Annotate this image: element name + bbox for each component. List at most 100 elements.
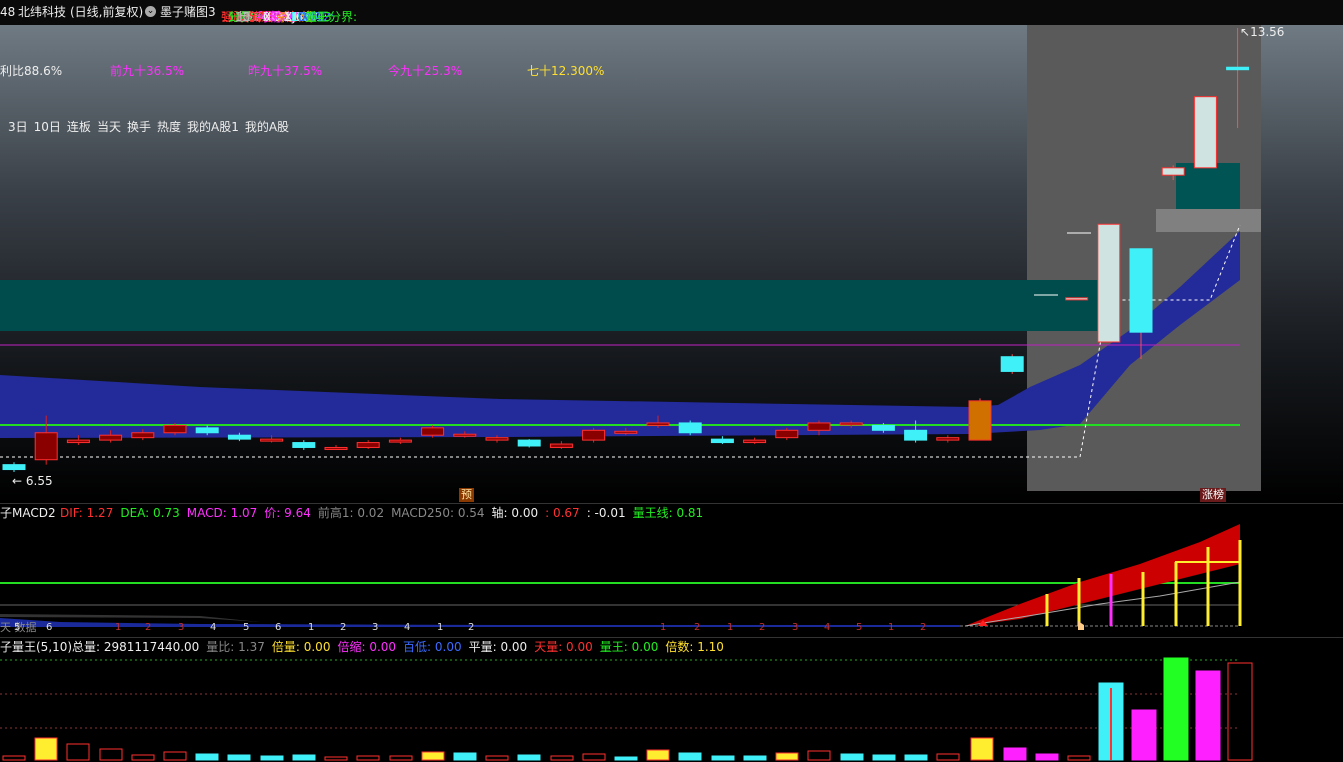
count-label: 1 xyxy=(727,622,734,633)
candle-body xyxy=(968,400,992,441)
volume-bar xyxy=(517,754,541,761)
candle-body xyxy=(743,439,767,444)
tag-item[interactable]: 换手 xyxy=(127,120,151,134)
candle-body xyxy=(195,427,219,434)
candle-body xyxy=(34,432,58,461)
stock-code: 48 xyxy=(0,5,16,19)
count-label: 2 xyxy=(694,622,701,633)
volume-bar xyxy=(1067,755,1091,761)
candle xyxy=(582,427,606,443)
macd-panel[interactable]: 子MACD2 DIF: 1.27 DEA: 0.73 MACD: 1.07 价: 9.… xyxy=(0,504,1343,637)
chevron-down-icon[interactable]: ⌄ xyxy=(145,6,156,17)
low-price-label: ← 6.55 xyxy=(12,474,53,488)
chart-period[interactable]: (日线,前复权) xyxy=(70,5,143,19)
volume-bar xyxy=(485,755,509,761)
candle xyxy=(968,398,992,441)
candle-body xyxy=(99,434,123,441)
tag-item[interactable]: 10日 xyxy=(34,120,61,134)
candle-body xyxy=(421,427,445,436)
volume-bar xyxy=(389,755,413,761)
high-price-label: ↖13.56 xyxy=(1240,25,1285,39)
count-label: 2 xyxy=(759,622,766,633)
candle-body xyxy=(807,422,831,431)
volume-panel[interactable]: 子量王(5,10) 总量: 2981117440.00 量比: 1.37 倍量: 0… xyxy=(0,638,1343,762)
volume-bar xyxy=(195,753,219,761)
candle-body xyxy=(1129,248,1153,333)
count-label: 6 xyxy=(46,622,53,633)
candle-body xyxy=(710,438,734,444)
tag-item[interactable]: 热度 xyxy=(157,120,181,134)
volume-bar xyxy=(646,749,670,761)
tag-item[interactable]: 我的A股 xyxy=(245,120,289,134)
price-plot xyxy=(0,28,1250,472)
value-number: 7.43 xyxy=(305,10,332,24)
count-label: 3 xyxy=(178,622,185,633)
volume-bar xyxy=(1163,657,1189,761)
candle xyxy=(324,445,348,450)
volume-bar xyxy=(356,755,380,761)
value-number: - xyxy=(277,10,282,24)
volume-bar xyxy=(324,756,348,761)
volume-plot xyxy=(0,657,1253,761)
candle xyxy=(388,437,412,445)
volume-bar xyxy=(775,752,799,761)
candle-body xyxy=(1065,297,1089,301)
candle xyxy=(1097,223,1121,343)
candle-body xyxy=(839,422,863,426)
candle xyxy=(936,435,960,443)
volume-bar xyxy=(840,753,864,761)
stat-label: 七十12.300% xyxy=(527,64,605,78)
indicator-name[interactable]: 墨子赌图3 xyxy=(160,5,216,19)
candle-body xyxy=(131,432,155,439)
candle-body xyxy=(356,442,380,448)
candle-body xyxy=(1161,167,1185,176)
candle xyxy=(1000,354,1024,374)
candle-body xyxy=(388,439,412,443)
volume-bar xyxy=(1035,753,1059,761)
tag-item[interactable]: 连板 xyxy=(67,120,91,134)
volume-bar xyxy=(163,751,187,761)
volume-bar xyxy=(1227,662,1253,761)
candle xyxy=(1226,28,1250,129)
candle xyxy=(678,420,702,436)
stock-name[interactable]: 北纬科技 xyxy=(18,5,66,19)
volume-bar xyxy=(260,755,284,761)
candle xyxy=(517,439,541,448)
candle xyxy=(356,440,380,449)
tag-item[interactable]: 3日 xyxy=(8,120,28,134)
volume-bar xyxy=(421,751,445,761)
limit-up-marker: 涨榜 xyxy=(1200,488,1226,502)
volume-bar xyxy=(872,754,896,761)
candle xyxy=(549,441,573,449)
count-label: 1 xyxy=(308,622,315,633)
count-label: 2 xyxy=(340,622,347,633)
count-label: 2 xyxy=(920,622,927,633)
volume-bar xyxy=(807,750,831,761)
macd-plot xyxy=(0,524,1242,630)
main-price-chart[interactable]: 利比88.6% 前九十36.5% 昨九十37.5% 今九十25.3% 七十12.300%… xyxy=(0,25,1343,503)
chart-header-bar: 48 北纬科技 (日线,前复权) ⌄ 墨子赌图3 强弱分界: 10.05 分界: … xyxy=(0,0,1343,25)
tag-item[interactable]: 我的A股1 xyxy=(187,120,239,134)
candle xyxy=(292,440,316,450)
volume-bar xyxy=(34,737,58,761)
candle-body xyxy=(260,438,284,442)
candle-body xyxy=(324,446,348,450)
ma-band xyxy=(0,231,1240,438)
count-label: 1 xyxy=(660,622,667,633)
count-label: 2 xyxy=(468,622,475,633)
candle-body xyxy=(163,424,187,434)
volume-bar xyxy=(453,752,477,761)
count-label: 3 xyxy=(792,622,799,633)
tags-row: 3日 10日 连板 当天 换手 热度 我的A股1 我的A股 xyxy=(8,120,295,134)
candle xyxy=(1161,165,1185,181)
volume-bar xyxy=(904,754,928,761)
stat-label: 昨九十37.5% xyxy=(248,64,323,78)
candle-body xyxy=(1193,96,1217,169)
tag-item[interactable]: 当天 xyxy=(97,120,121,134)
volume-bar xyxy=(2,755,26,761)
candle-body xyxy=(775,429,799,439)
count-label: 4 xyxy=(824,622,831,633)
count-label: 1 xyxy=(115,622,122,633)
candle-body xyxy=(582,429,606,441)
stat-label: 前九十36.5% xyxy=(110,64,185,78)
